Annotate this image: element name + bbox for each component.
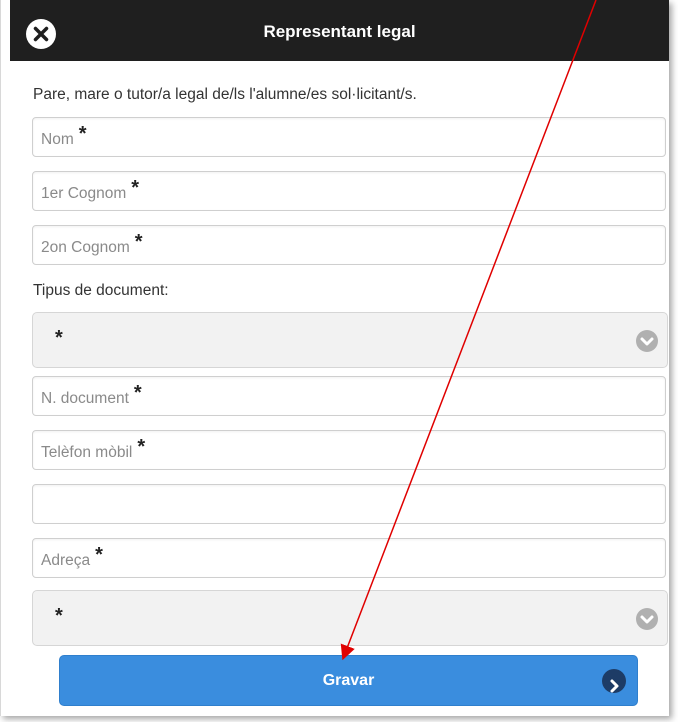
save-button[interactable]: Gravar (59, 655, 638, 706)
chevron-right-icon (602, 669, 626, 693)
document-type-value: * (55, 327, 63, 349)
required-mark: * (133, 382, 142, 404)
mobile-phone-field[interactable]: Telèfon mòbil * (32, 430, 666, 470)
intro-text: Pare, mare o tutor/a legal de/ls l'alumn… (33, 86, 417, 103)
required-mark: * (131, 177, 140, 199)
extra-field[interactable] (32, 484, 666, 524)
document-number-placeholder: N. document * (41, 382, 142, 407)
document-type-select[interactable]: * (32, 312, 668, 368)
chevron-down-icon (636, 608, 658, 630)
address-field[interactable]: Adreça * (32, 538, 666, 578)
dialog-header: Representant legal (10, 0, 669, 61)
secondary-select-value: * (55, 605, 63, 627)
address-placeholder: Adreça * (41, 544, 103, 569)
second-surname-field[interactable]: 2on Cognom * (32, 225, 666, 265)
required-mark: * (137, 436, 146, 458)
nom-placeholder: Nom * (41, 123, 87, 148)
first-surname-field[interactable]: 1er Cognom * (32, 171, 666, 211)
second-surname-placeholder: 2on Cognom * (41, 231, 143, 256)
secondary-select[interactable]: * (32, 590, 668, 646)
mobile-phone-placeholder: Telèfon mòbil * (41, 436, 146, 461)
required-mark: * (134, 231, 143, 253)
document-type-label: Tipus de document: (33, 282, 169, 299)
required-mark: * (95, 544, 103, 566)
legal-representative-dialog: Representant legal Pare, mare o tutor/a … (0, 0, 669, 716)
document-number-field[interactable]: N. document * (32, 376, 666, 416)
chevron-down-icon (636, 330, 658, 352)
required-mark: * (78, 123, 87, 145)
first-surname-placeholder: 1er Cognom * (41, 177, 140, 202)
nom-field[interactable]: Nom * (32, 117, 666, 157)
dialog-title: Representant legal (263, 22, 416, 41)
save-button-label: Gravar (322, 672, 375, 689)
